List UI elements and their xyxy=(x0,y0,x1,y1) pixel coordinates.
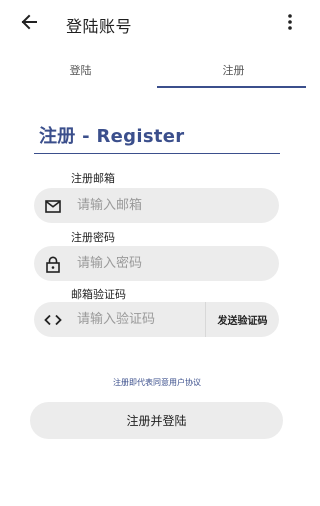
password-field[interactable]: 请输入密码 xyxy=(34,246,279,281)
arrow-left-icon xyxy=(20,13,38,35)
code-placeholder: 请输入验证码 xyxy=(77,312,156,327)
heading-divider xyxy=(34,153,280,154)
tab-bar: 登陆 注册 xyxy=(0,52,306,88)
tab-register[interactable]: 注册 xyxy=(157,52,310,88)
tab-indicator xyxy=(157,86,306,88)
code-label: 邮箱验证码 xyxy=(71,288,126,301)
more-options-button[interactable] xyxy=(282,12,298,36)
register-and-login-button[interactable]: 注册并登陆 xyxy=(30,402,283,439)
code-icon xyxy=(44,311,62,329)
tab-login[interactable]: 登陆 xyxy=(4,52,157,88)
code-field[interactable]: 请输入验证码 发送验证码 xyxy=(34,302,279,337)
password-label: 注册密码 xyxy=(71,231,115,244)
back-button[interactable] xyxy=(17,12,41,36)
app-bar: 登陆账号 xyxy=(0,0,306,50)
email-label: 注册邮箱 xyxy=(71,172,115,185)
mail-icon xyxy=(44,197,62,215)
email-field[interactable]: 请输入邮箱 xyxy=(34,188,279,223)
user-agreement-link[interactable]: 注册即代表同意用户协议 xyxy=(0,377,314,388)
send-code-button[interactable]: 发送验证码 xyxy=(206,302,279,337)
form-heading: 注册 - Register xyxy=(39,126,185,147)
password-placeholder: 请输入密码 xyxy=(77,256,143,271)
lock-icon xyxy=(44,255,62,273)
email-placeholder: 请输入邮箱 xyxy=(77,198,143,213)
more-vert-icon xyxy=(288,14,292,34)
page-title: 登陆账号 xyxy=(66,17,133,36)
